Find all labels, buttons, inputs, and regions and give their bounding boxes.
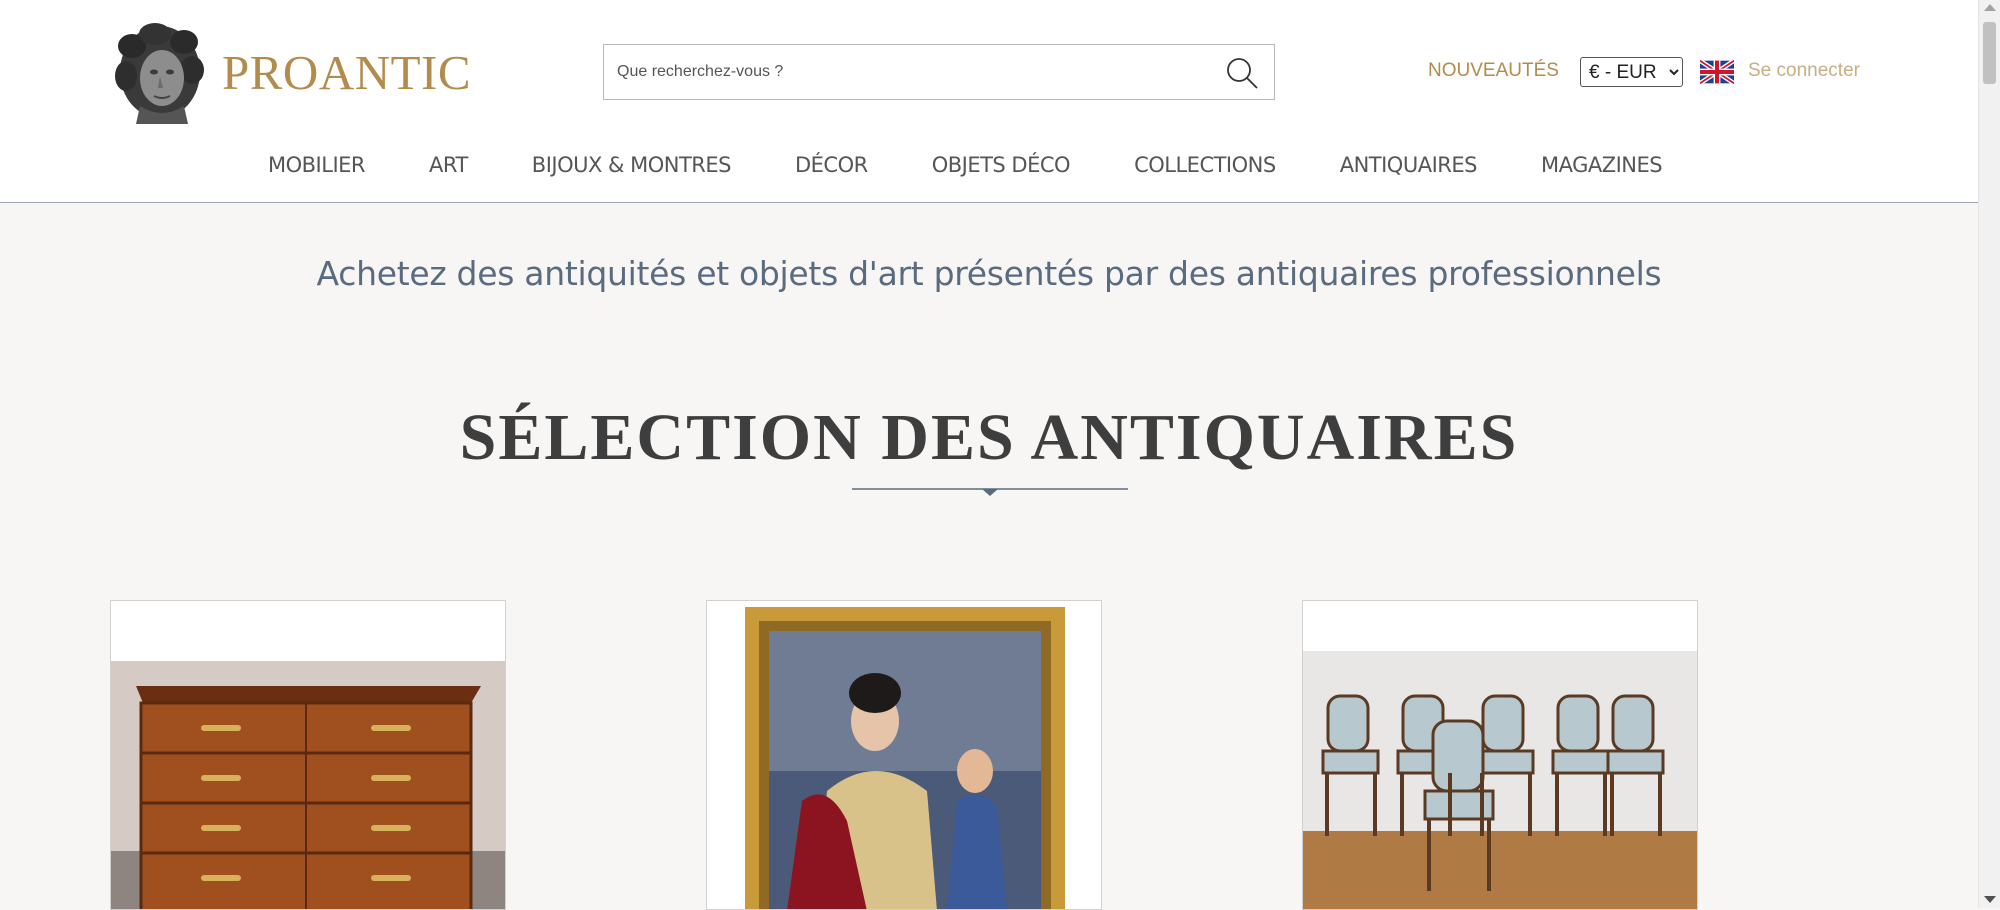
commode-image [111,661,505,909]
nav-antiquaires[interactable]: ANTIQUAIRES [1340,153,1478,177]
login-link[interactable]: Se connecter [1748,60,1860,82]
scroll-up-arrow-icon[interactable] [1984,4,1996,11]
nav-bijoux-montres[interactable]: BIJOUX & MONTRES [532,153,732,177]
bust-logo-icon [115,23,204,124]
chairs-set-image [1303,651,1697,909]
search-input[interactable] [604,45,1204,99]
nav-art[interactable]: ART [429,153,468,177]
nav-magazines[interactable]: MAGAZINES [1541,153,1663,177]
product-card-chairs[interactable] [1302,600,1698,910]
nav-decor[interactable]: DÉCOR [795,153,868,177]
currency-select[interactable]: € - EUR [1580,57,1683,87]
nouveautes-link[interactable]: NOUVEAUTÉS [1428,60,1559,82]
brand-name: PROANTIC [222,44,472,100]
section-title: SÉLECTION DES ANTIQUAIRES [459,401,1519,474]
nav-collections[interactable]: COLLECTIONS [1134,153,1276,177]
main-nav: MOBILIER ART BIJOUX & MONTRES DÉCOR OBJE… [268,150,1663,180]
search-icon[interactable] [1224,55,1260,91]
scrollbar[interactable] [1978,0,2000,908]
scroll-thumb[interactable] [1983,22,1996,84]
site-header: PROANTIC NOUVEAUTÉS € - EUR Se connecter… [0,0,1978,203]
product-card-commode[interactable] [110,600,506,910]
nav-mobilier[interactable]: MOBILIER [268,153,366,177]
nav-objets-deco[interactable]: OBJETS DÉCO [932,153,1071,177]
search-box [603,44,1275,100]
scroll-down-arrow-icon[interactable] [1984,896,1996,903]
tagline: Achetez des antiquités et objets d'art p… [316,254,1662,293]
uk-flag-icon[interactable] [1700,60,1734,84]
proantic-logo[interactable]: PROANTIC [110,20,471,124]
portrait-painting-image [707,601,1101,909]
product-card-portrait[interactable] [706,600,1102,910]
title-divider-icon [852,488,1128,496]
